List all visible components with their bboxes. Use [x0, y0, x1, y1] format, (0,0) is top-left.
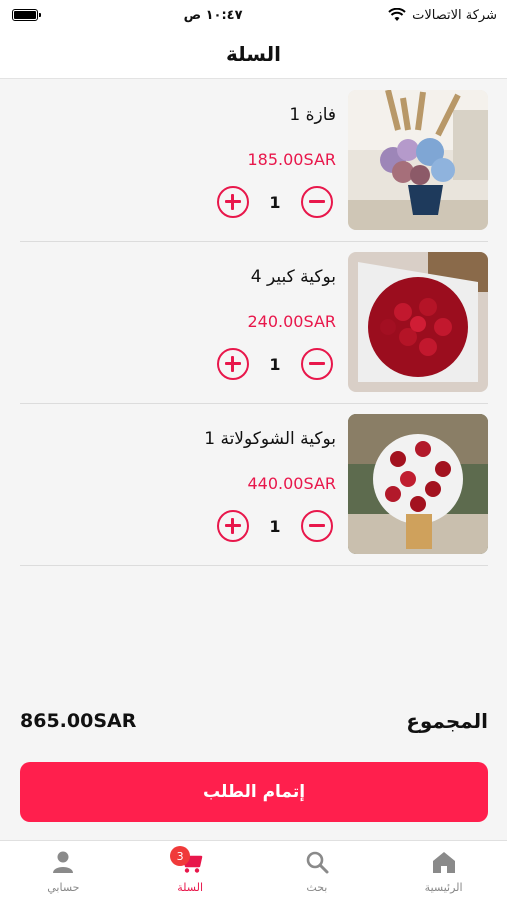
- wifi-icon: [388, 8, 406, 21]
- page-header: السلة: [0, 30, 507, 79]
- quantity-stepper: 1: [217, 186, 333, 218]
- quantity-stepper: 1: [217, 348, 333, 380]
- nav-label: بحث: [306, 881, 328, 894]
- nav-item-account[interactable]: حسابي: [0, 841, 127, 900]
- item-name: فازة 1: [289, 105, 336, 125]
- cart-item: بوكية كبير 4 240.00SAR 1: [20, 242, 488, 404]
- item-price: 440.00SAR: [247, 474, 337, 493]
- item-price: 240.00SAR: [247, 312, 337, 331]
- cart-list: فازة 1 185.00SAR 1 بوكية كبير 4 240.00SA…: [20, 80, 488, 566]
- minus-icon: [309, 200, 325, 203]
- nav-label: الرئيسية: [424, 881, 463, 894]
- nav-item-cart[interactable]: 3 السلة: [127, 841, 254, 900]
- nav-label: حسابي: [47, 881, 80, 894]
- quantity-stepper: 1: [217, 510, 333, 542]
- item-price: 185.00SAR: [247, 150, 337, 169]
- carrier-name: شركة الاتصالات: [412, 7, 497, 23]
- cart-item: بوكية الشوكولاتة 1 440.00SAR 1: [20, 404, 488, 566]
- page-title: السلة: [225, 42, 281, 66]
- cart-item: فازة 1 185.00SAR 1: [20, 80, 488, 242]
- increase-button[interactable]: [217, 510, 249, 542]
- home-icon: [432, 852, 455, 873]
- decrease-button[interactable]: [301, 348, 333, 380]
- minus-icon: [309, 362, 325, 365]
- status-time: ١٠:٤٧ ص: [183, 7, 243, 23]
- decrease-button[interactable]: [301, 186, 333, 218]
- total-amount: 865.00SAR: [20, 710, 137, 732]
- bottom-nav: حسابي 3 السلة بحث الرئيسية: [0, 840, 507, 900]
- increase-button[interactable]: [217, 186, 249, 218]
- item-name: بوكية الشوكولاتة 1: [204, 429, 336, 449]
- total-row: 865.00SAR المجموع: [20, 706, 488, 736]
- search-icon: [306, 851, 329, 874]
- nav-item-search[interactable]: بحث: [254, 841, 381, 900]
- quantity-value: 1: [269, 516, 281, 536]
- total-label: المجموع: [406, 709, 488, 733]
- nav-label: السلة: [177, 881, 203, 894]
- status-bar: ١٠:٤٧ ص شركة الاتصالات: [0, 0, 507, 30]
- nav-item-home[interactable]: الرئيسية: [380, 841, 507, 900]
- quantity-value: 1: [269, 354, 281, 374]
- chocolate-bouquet-image[interactable]: [348, 414, 488, 554]
- user-icon: [53, 851, 74, 873]
- red-rose-bouquet-image[interactable]: [348, 252, 488, 392]
- minus-icon: [309, 524, 325, 527]
- checkout-button[interactable]: إتمام الطلب: [20, 762, 488, 822]
- cart-count-badge: 3: [170, 846, 191, 866]
- vase-flowers-image[interactable]: [348, 90, 488, 230]
- increase-button[interactable]: [217, 348, 249, 380]
- item-name: بوكية كبير 4: [250, 267, 336, 287]
- quantity-value: 1: [269, 192, 281, 212]
- battery-icon: [12, 9, 41, 21]
- decrease-button[interactable]: [301, 510, 333, 542]
